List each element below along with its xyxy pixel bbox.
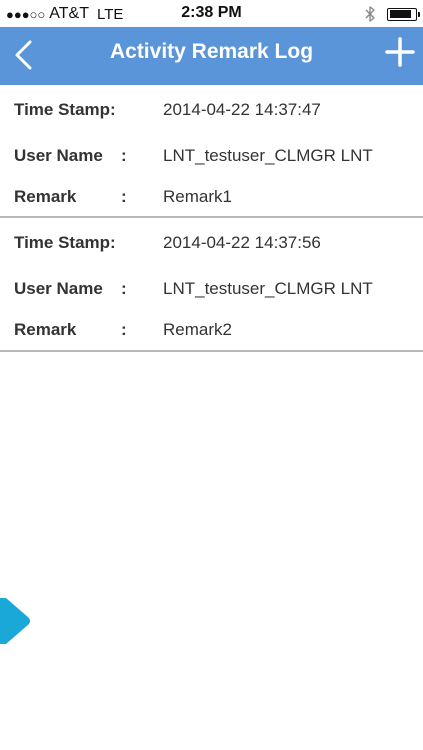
username-label: User Name (14, 279, 103, 298)
battery-icon (387, 7, 420, 21)
timestamp-label: Time Stamp: (14, 100, 116, 119)
timestamp-label: Time Stamp: (14, 233, 116, 252)
remark-label: Remark (14, 187, 77, 206)
remark-colon: : (121, 320, 127, 339)
back-button[interactable] (10, 39, 40, 73)
remark-row: Remark : Remark1 (0, 184, 423, 210)
timestamp-value: 2014-04-22 14:37:56 (163, 233, 321, 252)
navigation-bar: Activity Remark Log (0, 27, 423, 85)
username-label: User Name (14, 146, 103, 165)
remark-value: Remark1 (163, 187, 232, 206)
username-row: User Name : LNT_testuser_CLMGR LNT (0, 143, 423, 169)
side-drawer-handle[interactable] (0, 598, 32, 644)
username-value: LNT_testuser_CLMGR LNT (163, 146, 373, 165)
remark-label: Remark (14, 320, 77, 339)
page-title: Activity Remark Log (109, 40, 314, 63)
username-row: User Name : LNT_testuser_CLMGR LNT (0, 276, 423, 302)
battery-level (389, 10, 412, 18)
plus-icon (385, 37, 415, 67)
triangle-right-icon (0, 598, 30, 644)
chevron-left-icon (15, 40, 32, 70)
remark-entry: Time Stamp: 2014-04-22 14:37:56 User Nam… (0, 218, 423, 352)
timestamp-row: Time Stamp: 2014-04-22 14:37:56 (0, 230, 423, 256)
add-remark-button[interactable] (385, 37, 415, 67)
status-time: 2:38 PM (181, 4, 242, 21)
timestamp-value: 2014-04-22 14:37:47 (163, 100, 321, 119)
remark-value: Remark2 (163, 320, 232, 339)
remark-colon: : (121, 187, 127, 206)
username-colon: : (121, 279, 127, 298)
remark-entry: Time Stamp: 2014-04-22 14:37:47 User Nam… (0, 85, 423, 218)
remark-log-list: Time Stamp: 2014-04-22 14:37:47 User Nam… (0, 85, 423, 352)
status-bar: ●●●○○ AT&T LTE 2:38 PM (0, 0, 423, 27)
status-right (363, 4, 420, 24)
username-colon: : (121, 146, 127, 165)
bluetooth-icon (365, 6, 375, 22)
timestamp-row: Time Stamp: 2014-04-22 14:37:47 (0, 97, 423, 123)
remark-row: Remark : Remark2 (0, 317, 423, 343)
username-value: LNT_testuser_CLMGR LNT (163, 279, 373, 298)
